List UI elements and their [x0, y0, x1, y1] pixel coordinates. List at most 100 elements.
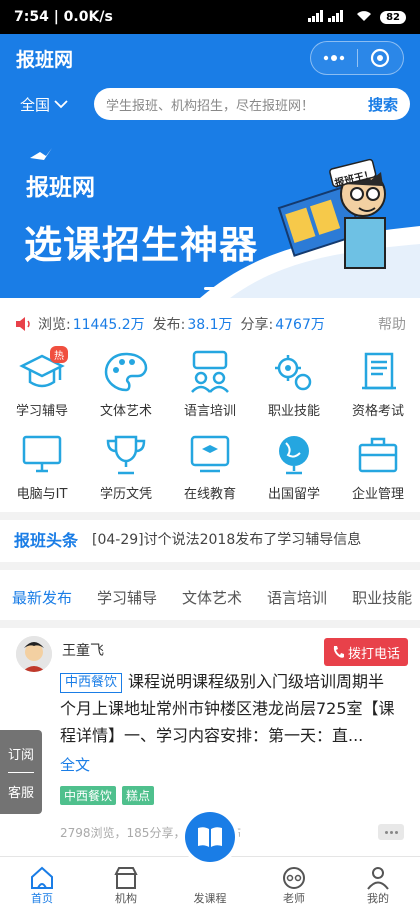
- banner-slogan: 选课招生神器: [24, 223, 259, 267]
- headline-title: 报班头条: [14, 531, 79, 550]
- category-label: 文体艺术: [99, 404, 152, 419]
- tab-home[interactable]: 首页: [0, 857, 84, 910]
- category-item[interactable]: 文体艺术: [84, 344, 168, 427]
- customer-service-button[interactable]: 客服: [8, 782, 34, 801]
- search-input[interactable]: 学生报班、机构招生，尽在报班网！: [106, 95, 368, 114]
- chevron-down-icon: [54, 100, 68, 109]
- publish-course-button[interactable]: [185, 812, 235, 862]
- tab-institution[interactable]: 机构: [84, 857, 168, 910]
- app-title: 报班网: [16, 48, 74, 71]
- headline-bar[interactable]: 报班头条 [04-29]讨个说法2018发布了学习辅导信息: [0, 520, 420, 558]
- fulltext-link[interactable]: 全文: [60, 754, 90, 775]
- status-icons: 82: [308, 9, 406, 25]
- person-icon: [367, 867, 389, 890]
- tab-publish[interactable]: 发课程: [168, 857, 252, 910]
- avatar[interactable]: [16, 636, 52, 672]
- category-item[interactable]: 学历文凭: [84, 427, 168, 510]
- globe-icon: [279, 436, 309, 475]
- category-item[interactable]: 在线教育: [168, 427, 252, 510]
- post-body[interactable]: 中西餐饮 课程说明课程级别入门级培训周期半个月上课地址常州市钟楼区港龙尚层725室…: [60, 668, 400, 749]
- tag-badge[interactable]: 中西餐饮: [60, 786, 117, 805]
- category-item[interactable]: 职业技能: [252, 344, 336, 427]
- tab-arts[interactable]: 文体艺术: [182, 587, 242, 608]
- status-bar: 7:54 | 0.0K/s 82: [0, 0, 420, 34]
- mini-program-capsule: [310, 41, 404, 75]
- wifi-icon: [356, 10, 372, 25]
- category-label: 职业技能: [267, 404, 320, 419]
- banner-background-art: [0, 126, 420, 298]
- subscribe-button[interactable]: 订阅: [8, 744, 34, 763]
- phone-icon: [333, 646, 344, 658]
- region-label: 全国: [20, 95, 51, 114]
- palette-icon: [104, 352, 148, 392]
- promo-banner[interactable]: 报班网 选课招生神器 报班王！: [0, 126, 420, 298]
- banner-brand: 报班网: [26, 175, 95, 201]
- headline-text[interactable]: [04-29]讨个说法2018发布了学习辅导信息: [92, 529, 361, 549]
- status-time: 7:54 | 0.0K/s: [14, 9, 113, 25]
- category-item[interactable]: 热 学习辅导: [0, 344, 84, 427]
- call-button[interactable]: 拨打电话: [324, 638, 408, 666]
- close-button[interactable]: [358, 42, 404, 74]
- category-label: 学历文凭: [99, 487, 152, 502]
- category-label: 企业管理: [351, 487, 404, 502]
- category-tag: 中西餐饮: [60, 672, 123, 693]
- section-divider: [0, 512, 420, 520]
- section-divider: [0, 620, 420, 628]
- tab-home-label: 首页: [31, 892, 53, 905]
- feed-tabs: 最新发布 学习辅导 文体艺术 语言培训 职业技能: [0, 574, 420, 620]
- search-button[interactable]: 搜索: [368, 94, 398, 115]
- book-icon: [198, 827, 222, 847]
- tab-vocational[interactable]: 职业技能: [352, 587, 412, 608]
- tab-institution-label: 机构: [115, 892, 137, 905]
- online-class-icon: [190, 435, 230, 473]
- speaker-icon: [16, 317, 30, 331]
- tab-teacher[interactable]: 老师: [252, 857, 336, 910]
- search-box[interactable]: 学生报班、机构招生，尽在报班网！ 搜索: [94, 88, 410, 120]
- bottom-tab-bar: 首页 机构 发课程 老师 我的: [0, 856, 420, 910]
- category-item[interactable]: 语言培训: [168, 344, 252, 427]
- category-label: 出国留学: [267, 487, 320, 502]
- tab-language[interactable]: 语言培训: [267, 587, 327, 608]
- category-item[interactable]: 资格考试: [336, 344, 420, 427]
- region-selector[interactable]: 全国: [20, 94, 92, 115]
- more-button[interactable]: [311, 42, 357, 74]
- tag-badge[interactable]: 糕点: [122, 786, 155, 805]
- trophy-icon: [106, 435, 146, 475]
- signal-icon: [308, 9, 348, 25]
- post-tags: 中西餐饮 糕点: [60, 786, 155, 805]
- carousel-indicator: [204, 287, 216, 290]
- battery-badge: 82: [380, 10, 406, 24]
- category-item[interactable]: 出国留学: [252, 427, 336, 510]
- briefcase-icon: [358, 437, 398, 473]
- shares-value: 4767万: [275, 317, 325, 333]
- monitor-icon: [22, 435, 62, 473]
- tab-mine-label: 我的: [367, 892, 389, 905]
- section-divider: [0, 562, 420, 570]
- category-label: 资格考试: [351, 404, 404, 419]
- target-icon: [371, 48, 390, 68]
- tab-latest[interactable]: 最新发布: [12, 587, 72, 608]
- category-item[interactable]: 企业管理: [336, 427, 420, 510]
- chat-people-icon: [191, 350, 229, 393]
- app-header: 报班网: [0, 34, 420, 82]
- gears-icon: [275, 355, 312, 391]
- stats-row: 浏览: 11445.2万 发布: 38.1万 分享: 4767万 帮助: [0, 308, 420, 340]
- tab-study[interactable]: 学习辅导: [97, 587, 157, 608]
- post-more-button[interactable]: [378, 824, 404, 840]
- avatar-image: [16, 636, 52, 672]
- shares-label: 分享:: [240, 317, 274, 333]
- help-link[interactable]: 帮助: [378, 314, 406, 334]
- author-name[interactable]: 王童飞: [62, 640, 104, 660]
- category-item[interactable]: 电脑与IT: [0, 427, 84, 510]
- scroll-icon: [362, 352, 396, 390]
- tab-mine[interactable]: 我的: [336, 857, 420, 910]
- call-button-label: 拨打电话: [347, 646, 400, 662]
- posts-label: 发布:: [152, 317, 186, 333]
- views-value: 11445.2万: [72, 317, 145, 333]
- teacher-icon: [283, 867, 305, 889]
- category-label: 在线教育: [183, 487, 236, 502]
- search-row: 全国 学生报班、机构招生，尽在报班网！ 搜索: [0, 82, 420, 126]
- category-label: 学习辅导: [15, 404, 68, 419]
- more-dots-icon: [323, 55, 344, 61]
- category-label: 语言培训: [183, 404, 236, 419]
